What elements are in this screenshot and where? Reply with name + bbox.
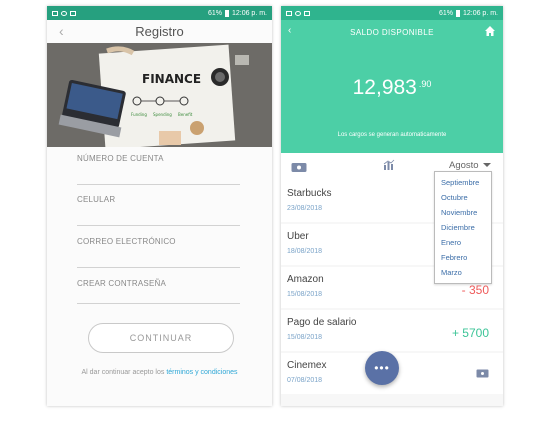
- transaction-name: Amazon: [287, 274, 324, 285]
- notification-icons: [52, 10, 76, 16]
- clock: 12:06 p. m.: [462, 9, 498, 17]
- more-options-button[interactable]: •••: [365, 351, 399, 385]
- hero-label-funding: Funding: [131, 112, 147, 117]
- registro-header: ‹ Registro: [47, 20, 272, 43]
- account-number-label: NÚMERO DE CUENTA: [77, 154, 164, 163]
- terms-notice: Al dar continuar acepto los términos y c…: [47, 369, 272, 376]
- transaction-amount: - 350: [461, 283, 489, 297]
- password-label: CREAR CONTRASEÑA: [77, 279, 166, 288]
- registro-screen: 61% 12:06 p. m. ‹ Registro FINANCE Fundi…: [47, 6, 272, 406]
- settings-icon: [61, 10, 67, 16]
- settings-icon: [295, 10, 301, 16]
- transaction-date: 15/08/2018: [287, 334, 323, 341]
- terms-prefix: Al dar continuar acepto los: [81, 369, 167, 376]
- hero-label-spending: Spending: [153, 112, 172, 117]
- battery-percent: 61%: [207, 9, 222, 17]
- hero-label-benefit: Benefit: [178, 112, 193, 117]
- transaction-date: 15/08/2018: [287, 291, 323, 298]
- transaction-date: 07/08/2018: [287, 377, 323, 384]
- status-bar: 61% 12:06 p. m.: [281, 6, 503, 20]
- battery-icon: [455, 9, 460, 17]
- image-icon: [286, 10, 292, 16]
- selected-month: Agosto: [449, 160, 479, 171]
- transaction-name: Starbucks: [287, 188, 332, 199]
- balance-decimal: .90: [418, 79, 432, 89]
- ticket-icon: [476, 369, 489, 378]
- balance-title: SALDO DISPONIBLE: [350, 28, 434, 37]
- finance-hero-image: FINANCE Funding Spending Benefit: [47, 43, 272, 147]
- notification-icons: [286, 10, 310, 16]
- month-dropdown[interactable]: Agosto: [449, 160, 491, 171]
- month-option[interactable]: Marzo: [435, 265, 491, 280]
- home-icon[interactable]: [484, 25, 496, 37]
- message-icon: [304, 10, 310, 16]
- chevron-down-icon: [482, 163, 491, 168]
- balance-panel: ‹ SALDO DISPONIBLE 12,983.90 Los cargos …: [281, 20, 503, 153]
- balance-integer: 12,983: [352, 76, 417, 99]
- month-option[interactable]: Diciembre: [435, 220, 491, 235]
- auto-charges-note: Los cargos se generan automaticamente: [337, 132, 447, 138]
- saldo-screen: 61% 12:06 p. m. ‹ SALDO DISPONIBLE 12,98…: [281, 6, 503, 406]
- transaction-date: 23/08/2018: [287, 205, 323, 212]
- phone-field[interactable]: CELULAR: [77, 195, 240, 226]
- wallet-icon[interactable]: [291, 162, 307, 173]
- transaction-name: Pago de salario: [287, 317, 357, 328]
- terms-link[interactable]: términos y condiciones: [166, 369, 237, 376]
- finance-hero-title: FINANCE: [142, 72, 201, 86]
- transaction-date: 18/08/2018: [287, 248, 323, 255]
- month-option[interactable]: Febrero: [435, 250, 491, 265]
- clock: 12:06 p. m.: [231, 9, 267, 17]
- month-option[interactable]: Enero: [435, 235, 491, 250]
- password-field[interactable]: CREAR CONTRASEÑA: [77, 279, 240, 304]
- account-number-field[interactable]: NÚMERO DE CUENTA: [77, 154, 240, 185]
- chevron-left-icon[interactable]: ‹: [59, 20, 64, 43]
- continue-button[interactable]: CONTINUAR: [88, 323, 234, 353]
- list-item[interactable]: Pago de salario 15/08/2018 + 5700: [281, 310, 503, 351]
- month-option[interactable]: Noviembre: [435, 205, 491, 220]
- transaction-name: Uber: [287, 231, 309, 242]
- page-title: Registro: [135, 24, 184, 39]
- phone-label: CELULAR: [77, 195, 116, 204]
- email-field[interactable]: CORREO ELECTRÓNICO: [77, 237, 240, 268]
- email-label: CORREO ELECTRÓNICO: [77, 237, 176, 246]
- battery-icon: [224, 9, 229, 17]
- battery-percent: 61%: [438, 9, 453, 17]
- month-option[interactable]: Septiembre: [435, 175, 491, 190]
- status-bar: 61% 12:06 p. m.: [47, 6, 272, 20]
- message-icon: [70, 10, 76, 16]
- bar-chart-icon[interactable]: [383, 159, 395, 171]
- balance-amount: 12,983.90: [281, 76, 503, 100]
- transaction-amount: + 5700: [451, 326, 489, 340]
- month-dropdown-menu: Septiembre Octubre Noviembre Diciembre E…: [434, 171, 492, 284]
- transaction-name: Cinemex: [287, 360, 327, 371]
- image-icon: [52, 10, 58, 16]
- month-option[interactable]: Octubre: [435, 190, 491, 205]
